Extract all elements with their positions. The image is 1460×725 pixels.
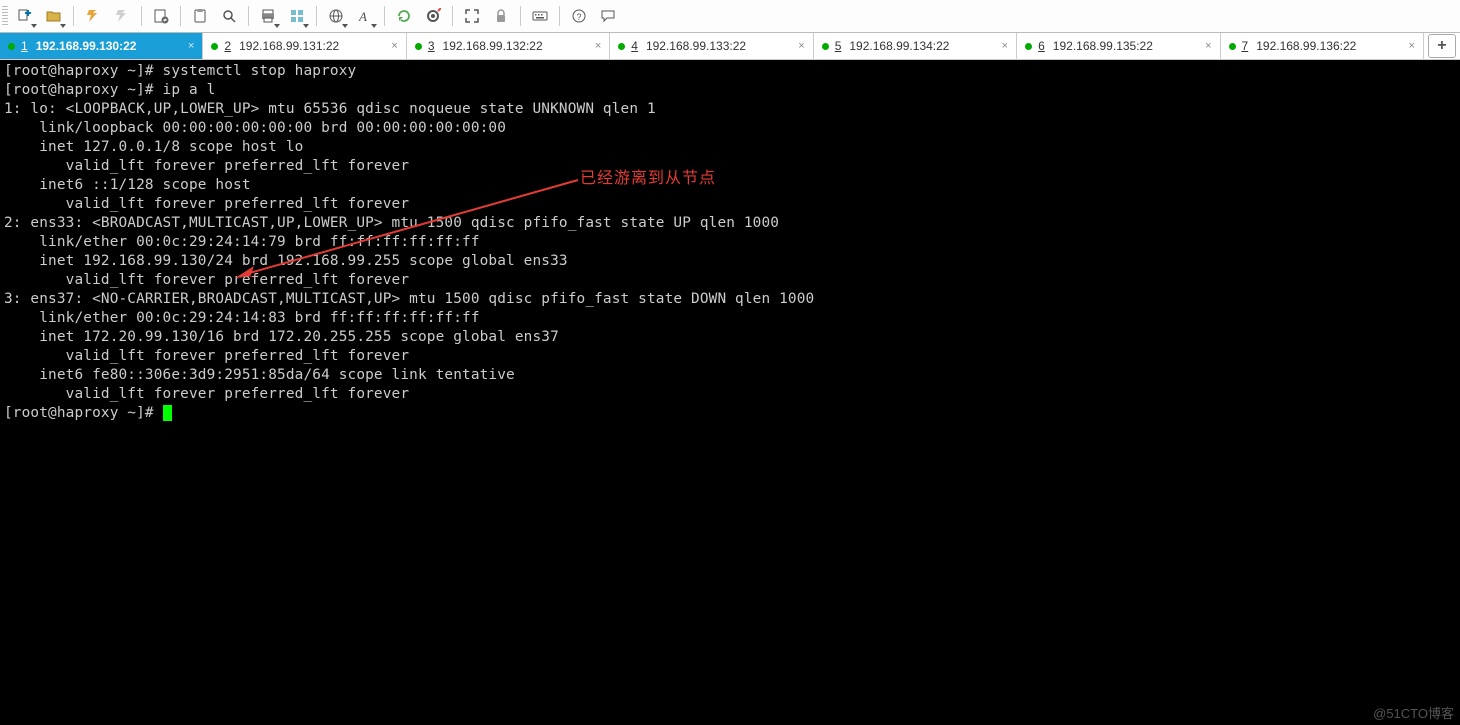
terminal-line: 2: ens33: <BROADCAST,MULTICAST,UP,LOWER_… — [4, 214, 1456, 233]
toolbar-separator — [520, 6, 521, 26]
toolbar-separator — [180, 6, 181, 26]
terminal-line: 1: lo: <LOOPBACK,UP,LOWER_UP> mtu 65536 … — [4, 100, 1456, 119]
fullscreen-button[interactable] — [458, 2, 486, 30]
terminal-pane[interactable]: [root@haproxy ~]# systemctl stop haproxy… — [0, 60, 1460, 725]
status-dot-icon — [822, 43, 829, 50]
dropdown-caret-icon — [274, 24, 280, 28]
session-tab-6[interactable]: 6 192.168.99.135:22 × — [1017, 33, 1220, 59]
toolbar-separator — [384, 6, 385, 26]
disconnect-button[interactable] — [108, 2, 136, 30]
tab-number: 3 — [428, 39, 435, 53]
toolbar-separator — [559, 6, 560, 26]
tab-number: 1 — [21, 39, 28, 53]
help-button[interactable]: ? — [565, 2, 593, 30]
close-tab-icon[interactable]: × — [391, 40, 397, 52]
svg-text:?: ? — [577, 12, 582, 22]
session-tab-5[interactable]: 5 192.168.99.134:22 × — [814, 33, 1017, 59]
tab-label: 192.168.99.134:22 — [849, 39, 949, 53]
close-tab-icon[interactable]: × — [1409, 40, 1415, 52]
layout-button[interactable] — [283, 2, 311, 30]
find-button[interactable] — [215, 2, 243, 30]
terminal-line: [root@haproxy ~]# systemctl stop haproxy — [4, 62, 1456, 81]
close-tab-icon[interactable]: × — [1205, 40, 1211, 52]
reconnect-button[interactable] — [79, 2, 107, 30]
svg-text:A: A — [358, 9, 367, 24]
stop-script-button[interactable] — [419, 2, 447, 30]
dropdown-caret-icon — [60, 24, 66, 28]
dropdown-caret-icon — [342, 24, 348, 28]
terminal-line: inet 172.20.99.130/16 brd 172.20.255.255… — [4, 328, 1456, 347]
watermark-text: @51CTO博客 — [1373, 703, 1454, 722]
terminal-line: [root@haproxy ~]# ip a l — [4, 81, 1456, 100]
terminal-line: inet 192.168.99.130/24 brd 192.168.99.25… — [4, 252, 1456, 271]
cursor-icon — [163, 405, 172, 421]
terminal-line: valid_lft forever preferred_lft forever — [4, 271, 1456, 290]
tab-label: 192.168.99.133:22 — [646, 39, 746, 53]
font-button[interactable]: A — [351, 2, 379, 30]
terminal-line: link/ether 00:0c:29:24:14:83 brd ff:ff:f… — [4, 309, 1456, 328]
terminal-line: valid_lft forever preferred_lft forever — [4, 347, 1456, 366]
tab-label: 192.168.99.130:22 — [36, 39, 137, 53]
toolbar-separator — [141, 6, 142, 26]
session-tab-2[interactable]: 2 192.168.99.131:22 × — [203, 33, 406, 59]
terminal-line: valid_lft forever preferred_lft forever — [4, 157, 1456, 176]
print-button[interactable] — [254, 2, 282, 30]
dropdown-caret-icon — [303, 24, 309, 28]
status-dot-icon — [415, 43, 422, 50]
add-tab-button[interactable]: + — [1428, 34, 1456, 58]
toolbar-separator — [73, 6, 74, 26]
open-button[interactable] — [40, 2, 68, 30]
terminal-line: valid_lft forever preferred_lft forever — [4, 195, 1456, 214]
terminal-line: valid_lft forever preferred_lft forever — [4, 385, 1456, 404]
close-tab-icon[interactable]: × — [595, 40, 601, 52]
close-tab-icon[interactable]: × — [188, 40, 194, 52]
session-tab-4[interactable]: 4 192.168.99.133:22 × — [610, 33, 813, 59]
status-dot-icon — [1229, 43, 1236, 50]
status-dot-icon — [1025, 43, 1032, 50]
close-tab-icon[interactable]: × — [1002, 40, 1008, 52]
tab-label: 192.168.99.135:22 — [1053, 39, 1153, 53]
dropdown-caret-icon — [371, 24, 377, 28]
tab-label: 192.168.99.136:22 — [1256, 39, 1356, 53]
terminal-prompt: [root@haproxy ~]# — [4, 404, 1456, 423]
annotation-text: 已经游离到从节点 — [580, 168, 716, 187]
session-tab-3[interactable]: 3 192.168.99.132:22 × — [407, 33, 610, 59]
toolbar-separator — [248, 6, 249, 26]
status-dot-icon — [618, 43, 625, 50]
properties-button[interactable] — [147, 2, 175, 30]
tab-number: 2 — [224, 39, 231, 53]
terminal-line: inet6 fe80::306e:3d9:2951:85da/64 scope … — [4, 366, 1456, 385]
tab-number: 4 — [631, 39, 638, 53]
terminal-line: 3: ens37: <NO-CARRIER,BROADCAST,MULTICAS… — [4, 290, 1456, 309]
tab-number: 7 — [1242, 39, 1249, 53]
toolbar-separator — [316, 6, 317, 26]
terminal-line: inet 127.0.0.1/8 scope host lo — [4, 138, 1456, 157]
terminal-line: link/ether 00:0c:29:24:14:79 brd ff:ff:f… — [4, 233, 1456, 252]
session-tab-7[interactable]: 7 192.168.99.136:22 × — [1221, 33, 1424, 59]
tab-number: 5 — [835, 39, 842, 53]
refresh-button[interactable] — [390, 2, 418, 30]
new-session-button[interactable] — [11, 2, 39, 30]
session-tabs: 1192.168.99.130:22×2192.168.99.131:22×31… — [0, 33, 1460, 60]
toolbar-separator — [452, 6, 453, 26]
keyboard-button[interactable] — [526, 2, 554, 30]
toolbar-grip[interactable] — [2, 6, 8, 26]
paste-button[interactable] — [186, 2, 214, 30]
main-toolbar: A ? — [0, 0, 1460, 33]
tab-number: 6 — [1038, 39, 1045, 53]
session-tab-1[interactable]: 1 192.168.99.130:22 × — [0, 33, 203, 59]
tab-label: 192.168.99.131:22 — [239, 39, 339, 53]
terminal-line: inet6 ::1/128 scope host — [4, 176, 1456, 195]
terminal-line: link/loopback 00:00:00:00:00:00 brd 00:0… — [4, 119, 1456, 138]
encoding-button[interactable] — [322, 2, 350, 30]
tab-label: 192.168.99.132:22 — [443, 39, 543, 53]
close-tab-icon[interactable]: × — [798, 40, 804, 52]
status-dot-icon — [211, 43, 218, 50]
lock-button[interactable] — [487, 2, 515, 30]
chat-button[interactable] — [594, 2, 622, 30]
dropdown-caret-icon — [31, 24, 37, 28]
status-dot-icon — [8, 43, 15, 50]
